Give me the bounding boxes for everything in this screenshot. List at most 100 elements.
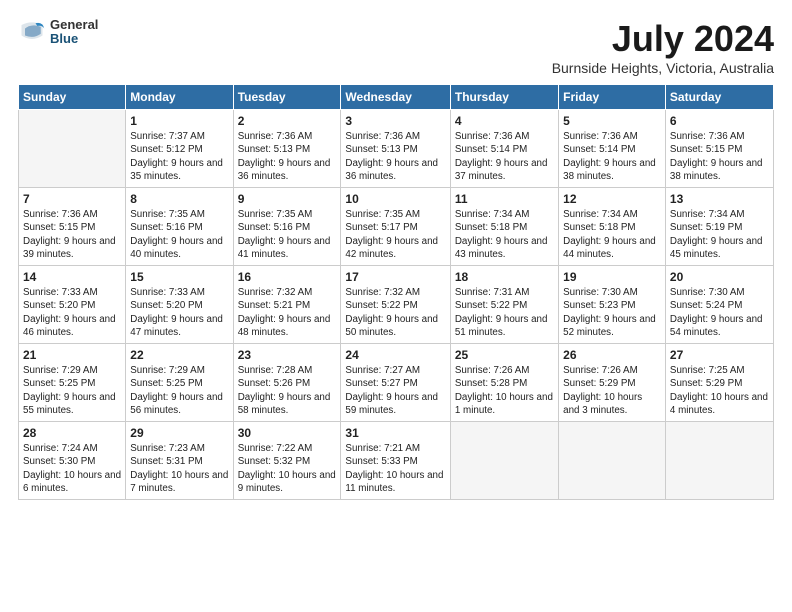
calendar-cell: 25Sunrise: 7:26 AMSunset: 5:28 PMDayligh… (450, 344, 558, 422)
calendar-cell: 24Sunrise: 7:27 AMSunset: 5:27 PMDayligh… (341, 344, 450, 422)
day-info: Sunrise: 7:23 AMSunset: 5:31 PMDaylight:… (130, 442, 228, 495)
day-number: 28 (23, 425, 121, 441)
logo-blue: Blue (50, 32, 98, 46)
calendar-week-row: 21Sunrise: 7:29 AMSunset: 5:25 PMDayligh… (19, 344, 774, 422)
calendar-cell: 23Sunrise: 7:28 AMSunset: 5:26 PMDayligh… (233, 344, 341, 422)
day-info: Sunrise: 7:26 AMSunset: 5:28 PMDaylight:… (455, 364, 554, 417)
calendar-cell: 21Sunrise: 7:29 AMSunset: 5:25 PMDayligh… (19, 344, 126, 422)
day-number: 22 (130, 347, 228, 363)
calendar-cell: 15Sunrise: 7:33 AMSunset: 5:20 PMDayligh… (126, 266, 233, 344)
calendar-cell: 27Sunrise: 7:25 AMSunset: 5:29 PMDayligh… (665, 344, 773, 422)
weekday-header: Thursday (450, 85, 558, 110)
calendar-cell: 8Sunrise: 7:35 AMSunset: 5:16 PMDaylight… (126, 188, 233, 266)
day-info: Sunrise: 7:36 AMSunset: 5:15 PMDaylight:… (670, 130, 769, 183)
day-info: Sunrise: 7:25 AMSunset: 5:29 PMDaylight:… (670, 364, 769, 417)
logo-text: General Blue (50, 18, 98, 47)
day-number: 15 (130, 269, 228, 285)
day-number: 18 (455, 269, 554, 285)
day-number: 4 (455, 113, 554, 129)
day-info: Sunrise: 7:21 AMSunset: 5:33 PMDaylight:… (345, 442, 445, 495)
weekday-header: Wednesday (341, 85, 450, 110)
day-info: Sunrise: 7:22 AMSunset: 5:32 PMDaylight:… (238, 442, 337, 495)
calendar: SundayMondayTuesdayWednesdayThursdayFrid… (18, 84, 774, 500)
day-number: 27 (670, 347, 769, 363)
day-info: Sunrise: 7:24 AMSunset: 5:30 PMDaylight:… (23, 442, 121, 495)
calendar-cell: 22Sunrise: 7:29 AMSunset: 5:25 PMDayligh… (126, 344, 233, 422)
day-info: Sunrise: 7:35 AMSunset: 5:16 PMDaylight:… (130, 208, 228, 261)
calendar-week-row: 28Sunrise: 7:24 AMSunset: 5:30 PMDayligh… (19, 422, 774, 500)
calendar-cell (559, 422, 666, 500)
calendar-week-row: 7Sunrise: 7:36 AMSunset: 5:15 PMDaylight… (19, 188, 774, 266)
day-number: 24 (345, 347, 445, 363)
day-number: 31 (345, 425, 445, 441)
day-info: Sunrise: 7:35 AMSunset: 5:17 PMDaylight:… (345, 208, 445, 261)
day-info: Sunrise: 7:36 AMSunset: 5:13 PMDaylight:… (238, 130, 337, 183)
day-info: Sunrise: 7:31 AMSunset: 5:22 PMDaylight:… (455, 286, 554, 339)
day-info: Sunrise: 7:26 AMSunset: 5:29 PMDaylight:… (563, 364, 661, 417)
title-block: July 2024 Burnside Heights, Victoria, Au… (552, 18, 774, 76)
calendar-cell: 16Sunrise: 7:32 AMSunset: 5:21 PMDayligh… (233, 266, 341, 344)
subtitle: Burnside Heights, Victoria, Australia (552, 60, 774, 76)
calendar-cell: 10Sunrise: 7:35 AMSunset: 5:17 PMDayligh… (341, 188, 450, 266)
day-info: Sunrise: 7:30 AMSunset: 5:24 PMDaylight:… (670, 286, 769, 339)
day-number: 9 (238, 191, 337, 207)
calendar-cell: 28Sunrise: 7:24 AMSunset: 5:30 PMDayligh… (19, 422, 126, 500)
calendar-week-row: 14Sunrise: 7:33 AMSunset: 5:20 PMDayligh… (19, 266, 774, 344)
day-number: 1 (130, 113, 228, 129)
day-info: Sunrise: 7:34 AMSunset: 5:18 PMDaylight:… (455, 208, 554, 261)
day-number: 12 (563, 191, 661, 207)
calendar-cell: 6Sunrise: 7:36 AMSunset: 5:15 PMDaylight… (665, 110, 773, 188)
header: General Blue July 2024 Burnside Heights,… (18, 18, 774, 76)
day-number: 20 (670, 269, 769, 285)
day-number: 10 (345, 191, 445, 207)
calendar-cell: 7Sunrise: 7:36 AMSunset: 5:15 PMDaylight… (19, 188, 126, 266)
day-number: 11 (455, 191, 554, 207)
logo-general: General (50, 18, 98, 32)
calendar-cell: 5Sunrise: 7:36 AMSunset: 5:14 PMDaylight… (559, 110, 666, 188)
calendar-cell: 4Sunrise: 7:36 AMSunset: 5:14 PMDaylight… (450, 110, 558, 188)
day-number: 5 (563, 113, 661, 129)
calendar-cell: 18Sunrise: 7:31 AMSunset: 5:22 PMDayligh… (450, 266, 558, 344)
calendar-cell: 31Sunrise: 7:21 AMSunset: 5:33 PMDayligh… (341, 422, 450, 500)
day-info: Sunrise: 7:37 AMSunset: 5:12 PMDaylight:… (130, 130, 228, 183)
day-info: Sunrise: 7:35 AMSunset: 5:16 PMDaylight:… (238, 208, 337, 261)
calendar-cell: 1Sunrise: 7:37 AMSunset: 5:12 PMDaylight… (126, 110, 233, 188)
day-number: 16 (238, 269, 337, 285)
day-info: Sunrise: 7:29 AMSunset: 5:25 PMDaylight:… (23, 364, 121, 417)
day-number: 13 (670, 191, 769, 207)
day-info: Sunrise: 7:30 AMSunset: 5:23 PMDaylight:… (563, 286, 661, 339)
weekday-header: Sunday (19, 85, 126, 110)
day-number: 3 (345, 113, 445, 129)
logo: General Blue (18, 18, 98, 47)
calendar-cell: 29Sunrise: 7:23 AMSunset: 5:31 PMDayligh… (126, 422, 233, 500)
day-number: 14 (23, 269, 121, 285)
calendar-cell: 20Sunrise: 7:30 AMSunset: 5:24 PMDayligh… (665, 266, 773, 344)
main-title: July 2024 (552, 18, 774, 60)
day-number: 7 (23, 191, 121, 207)
page: General Blue July 2024 Burnside Heights,… (0, 0, 792, 612)
day-info: Sunrise: 7:28 AMSunset: 5:26 PMDaylight:… (238, 364, 337, 417)
calendar-cell: 2Sunrise: 7:36 AMSunset: 5:13 PMDaylight… (233, 110, 341, 188)
day-number: 21 (23, 347, 121, 363)
day-number: 29 (130, 425, 228, 441)
day-info: Sunrise: 7:32 AMSunset: 5:22 PMDaylight:… (345, 286, 445, 339)
day-info: Sunrise: 7:36 AMSunset: 5:15 PMDaylight:… (23, 208, 121, 261)
calendar-cell (19, 110, 126, 188)
day-number: 26 (563, 347, 661, 363)
day-info: Sunrise: 7:29 AMSunset: 5:25 PMDaylight:… (130, 364, 228, 417)
day-info: Sunrise: 7:33 AMSunset: 5:20 PMDaylight:… (23, 286, 121, 339)
calendar-header: SundayMondayTuesdayWednesdayThursdayFrid… (19, 85, 774, 110)
calendar-cell: 17Sunrise: 7:32 AMSunset: 5:22 PMDayligh… (341, 266, 450, 344)
day-number: 8 (130, 191, 228, 207)
weekday-header: Tuesday (233, 85, 341, 110)
calendar-cell: 9Sunrise: 7:35 AMSunset: 5:16 PMDaylight… (233, 188, 341, 266)
weekday-header: Monday (126, 85, 233, 110)
calendar-cell (665, 422, 773, 500)
day-info: Sunrise: 7:34 AMSunset: 5:18 PMDaylight:… (563, 208, 661, 261)
calendar-cell: 26Sunrise: 7:26 AMSunset: 5:29 PMDayligh… (559, 344, 666, 422)
calendar-cell (450, 422, 558, 500)
day-number: 23 (238, 347, 337, 363)
calendar-cell: 12Sunrise: 7:34 AMSunset: 5:18 PMDayligh… (559, 188, 666, 266)
weekday-header: Friday (559, 85, 666, 110)
calendar-week-row: 1Sunrise: 7:37 AMSunset: 5:12 PMDaylight… (19, 110, 774, 188)
